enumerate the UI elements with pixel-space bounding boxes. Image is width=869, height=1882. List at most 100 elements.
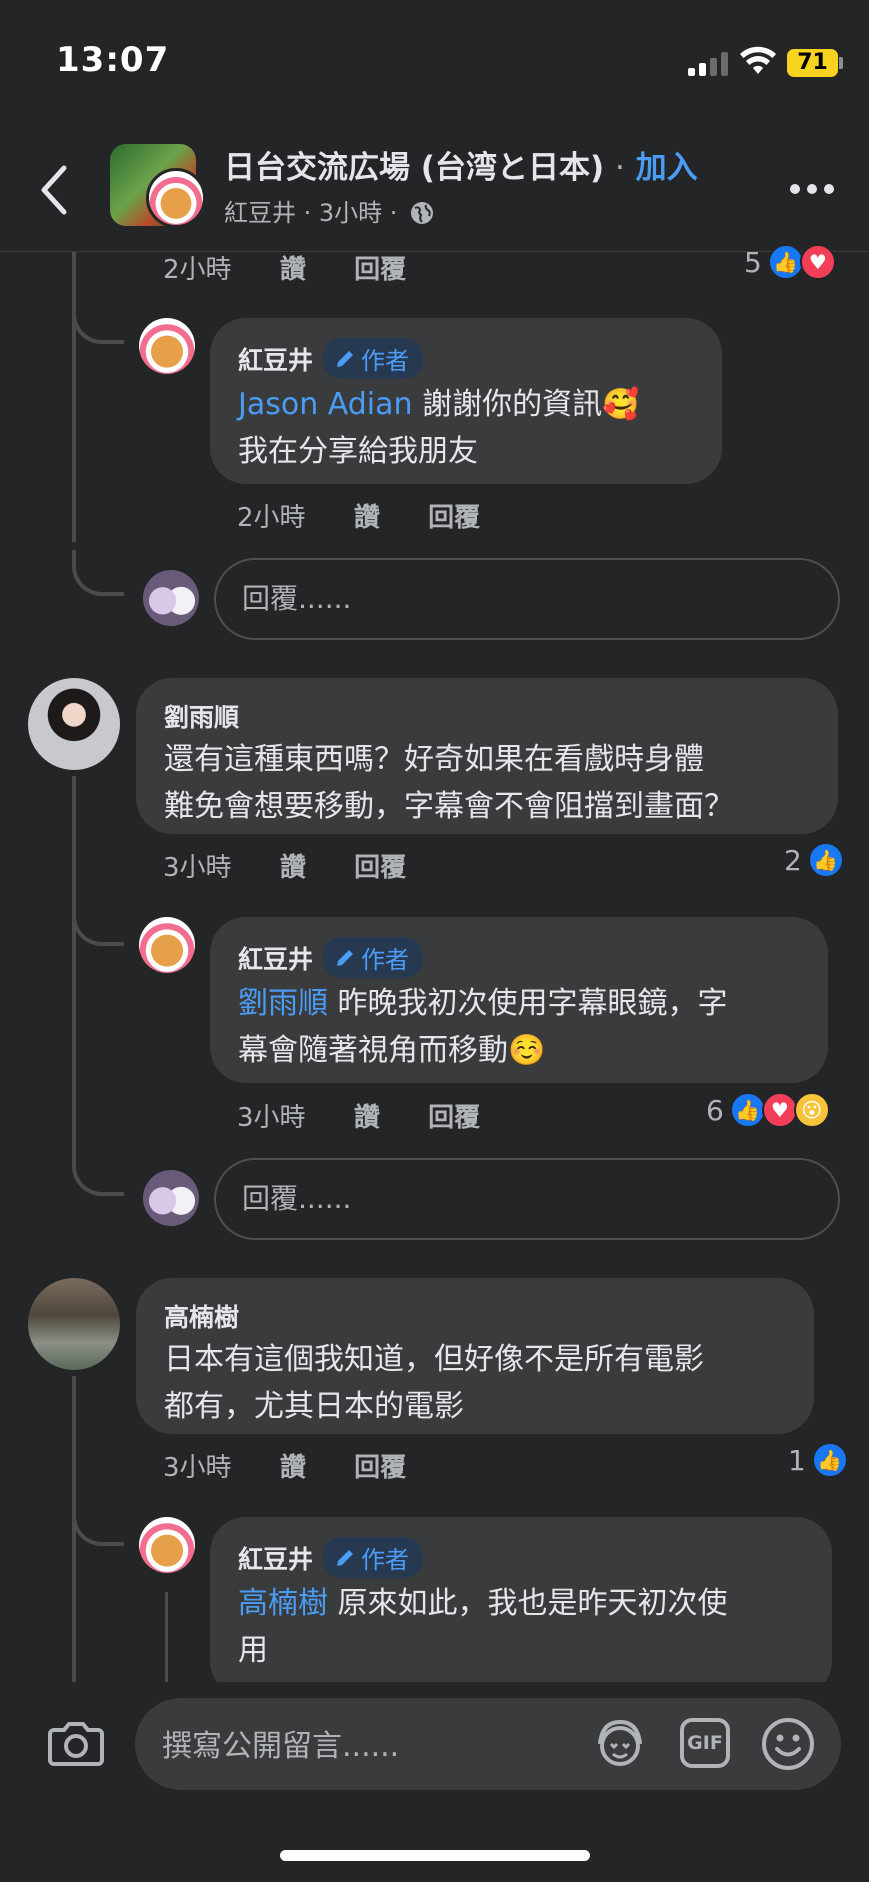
author-badge-label: 作者 <box>361 347 410 375</box>
comment-time: 3小時 <box>163 853 232 883</box>
comment-time: 2小時 <box>163 255 232 285</box>
like-icon: 👍 <box>729 1092 766 1128</box>
avatar[interactable] <box>139 1517 195 1573</box>
reply-placeholder: 回覆...... <box>242 1182 352 1215</box>
avatar-sticker-icon[interactable] <box>592 1716 648 1772</box>
love-icon: ♥ <box>799 244 836 280</box>
author-avatar-small[interactable] <box>146 168 206 228</box>
join-group-link[interactable]: 加入 <box>636 150 698 186</box>
thread-elbow <box>72 1500 124 1546</box>
like-action[interactable]: 讚 <box>354 1103 380 1133</box>
thread-line <box>72 776 76 1168</box>
gif-icon[interactable]: GIF <box>680 1718 730 1768</box>
reply-action[interactable]: 回覆 <box>428 503 480 533</box>
current-user-avatar <box>143 570 199 626</box>
group-name[interactable]: 日台交流広場 (台湾と日本) <box>224 150 604 186</box>
reply-action[interactable]: 回覆 <box>428 1103 480 1133</box>
reply-action[interactable]: 回覆 <box>354 853 406 883</box>
comment-time: 3小時 <box>163 1453 232 1483</box>
post-meta: 紅豆井 · 3小時 · <box>224 193 435 228</box>
comment-text: 我在分享給我朋友 <box>238 434 478 469</box>
author-badge-label: 作者 <box>361 946 410 974</box>
comment-time: 3小時 <box>237 1103 306 1133</box>
camera-icon[interactable] <box>48 1720 104 1766</box>
reply-input[interactable]: 回覆...... <box>214 1158 840 1240</box>
reaction-summary[interactable]: 6 👍 ♥ 😮 <box>706 1092 830 1128</box>
back-icon[interactable] <box>36 162 72 218</box>
author-badge: 作者 <box>323 338 424 379</box>
comment-bubble: 高楠樹 日本有這個我知道，但好像不是所有電影 都有，尤其日本的電影 <box>136 1278 814 1434</box>
battery-tip <box>839 57 843 69</box>
like-action[interactable]: 讚 <box>280 255 306 285</box>
composer-placeholder: 撰寫公開留言...... <box>162 1729 400 1764</box>
comment-meta: 2小時 讚 回覆 <box>163 249 446 286</box>
comment-meta: 3小時 讚 回覆 <box>163 1447 446 1484</box>
reaction-count: 5 <box>744 245 762 279</box>
avatar[interactable] <box>28 1278 120 1370</box>
reaction-count: 6 <box>706 1093 724 1127</box>
author-badge-label: 作者 <box>361 1546 410 1574</box>
reply-action[interactable]: 回覆 <box>354 1453 406 1483</box>
like-icon: 👍 <box>767 244 804 280</box>
comment-text: 昨晚我初次使用字幕眼鏡，字 <box>337 986 728 1021</box>
comment-bubble: 劉雨順 還有這種東西嗎？好奇如果在看戲時身體 難免會想要移動，字幕會不會阻擋到畫… <box>136 678 838 834</box>
thread-elbow <box>72 1150 124 1196</box>
reaction-summary[interactable]: 5 👍 ♥ <box>744 244 836 280</box>
comment-bubble: 紅豆井 作者 Jason Adian 謝謝你的資訊🥰 我在分享給我朋友 <box>210 318 722 484</box>
comment-meta: 3小時 讚 回覆 <box>163 847 446 884</box>
comment-meta: 3小時 讚 回覆 <box>237 1097 520 1134</box>
comment-time: 2小時 <box>237 503 306 533</box>
comment-meta: 2小時 讚 回覆 <box>237 497 520 534</box>
reaction-count: 1 <box>788 1443 806 1477</box>
reaction-count: 2 <box>784 843 802 877</box>
comment-author[interactable]: 紅豆井 <box>238 341 313 377</box>
like-action[interactable]: 讚 <box>280 1453 306 1483</box>
reaction-summary[interactable]: 1 👍 <box>788 1442 848 1478</box>
comment-text: 謝謝你的資訊🥰 <box>422 387 640 422</box>
reply-placeholder: 回覆...... <box>242 582 352 615</box>
comment-author[interactable]: 紅豆井 <box>238 940 313 976</box>
comment-text: 難免會想要移動，字幕會不會阻擋到畫面？ <box>164 789 734 824</box>
globe-icon <box>411 202 434 224</box>
post-author-time: 紅豆井 · 3小時 · <box>224 199 398 227</box>
thread-elbow <box>72 900 124 946</box>
cellular-signal-icon <box>688 52 730 76</box>
like-action[interactable]: 讚 <box>354 503 380 533</box>
mention-link[interactable]: 高楠樹 <box>238 1586 328 1621</box>
pencil-icon <box>337 949 354 966</box>
reply-input[interactable]: 回覆...... <box>214 558 840 640</box>
comment-author[interactable]: 劉雨順 <box>164 698 239 734</box>
mention-link[interactable]: Jason Adian <box>238 387 413 422</box>
more-icon[interactable] <box>790 184 834 196</box>
comment-bubble: 紅豆井 作者 劉雨順 昨晚我初次使用字幕眼鏡，字 幕會隨著視角而移動☺️ <box>210 917 828 1083</box>
reply-action[interactable]: 回覆 <box>354 255 406 285</box>
mention-link[interactable]: 劉雨順 <box>238 986 328 1021</box>
home-indicator <box>280 1850 590 1861</box>
comment-text: 幕會隨著視角而移動☺️ <box>238 1033 546 1068</box>
reaction-summary[interactable]: 2 👍 <box>784 842 844 878</box>
love-icon: ♥ <box>761 1092 798 1128</box>
like-action[interactable]: 讚 <box>280 853 306 883</box>
wifi-icon <box>740 46 776 74</box>
comment-text: 用 <box>238 1633 268 1668</box>
comment-author[interactable]: 高楠樹 <box>164 1298 239 1334</box>
avatar[interactable] <box>28 678 120 770</box>
thread-elbow <box>72 300 124 344</box>
like-icon: 👍 <box>807 842 844 878</box>
comment-text: 都有，尤其日本的電影 <box>164 1389 464 1424</box>
comment-author[interactable]: 紅豆井 <box>238 1540 313 1576</box>
comment-bubble: 紅豆井 作者 高楠樹 原來如此，我也是昨天初次使 用 <box>210 1517 832 1697</box>
thread-line <box>165 1592 168 1684</box>
author-badge: 作者 <box>323 937 424 978</box>
emoji-icon[interactable] <box>760 1716 816 1772</box>
author-badge: 作者 <box>323 1537 424 1578</box>
avatar[interactable] <box>139 917 195 973</box>
title-separator: · <box>614 150 625 186</box>
group-title[interactable]: 日台交流広場 (台湾と日本) · 加入 <box>224 142 698 187</box>
pencil-icon <box>337 1549 354 1566</box>
avatar[interactable] <box>139 318 195 374</box>
like-icon: 👍 <box>811 1442 848 1478</box>
comment-text: 還有這種東西嗎？好奇如果在看戲時身體 <box>164 742 704 777</box>
pencil-icon <box>337 350 354 367</box>
battery-indicator: 71 <box>787 49 838 77</box>
